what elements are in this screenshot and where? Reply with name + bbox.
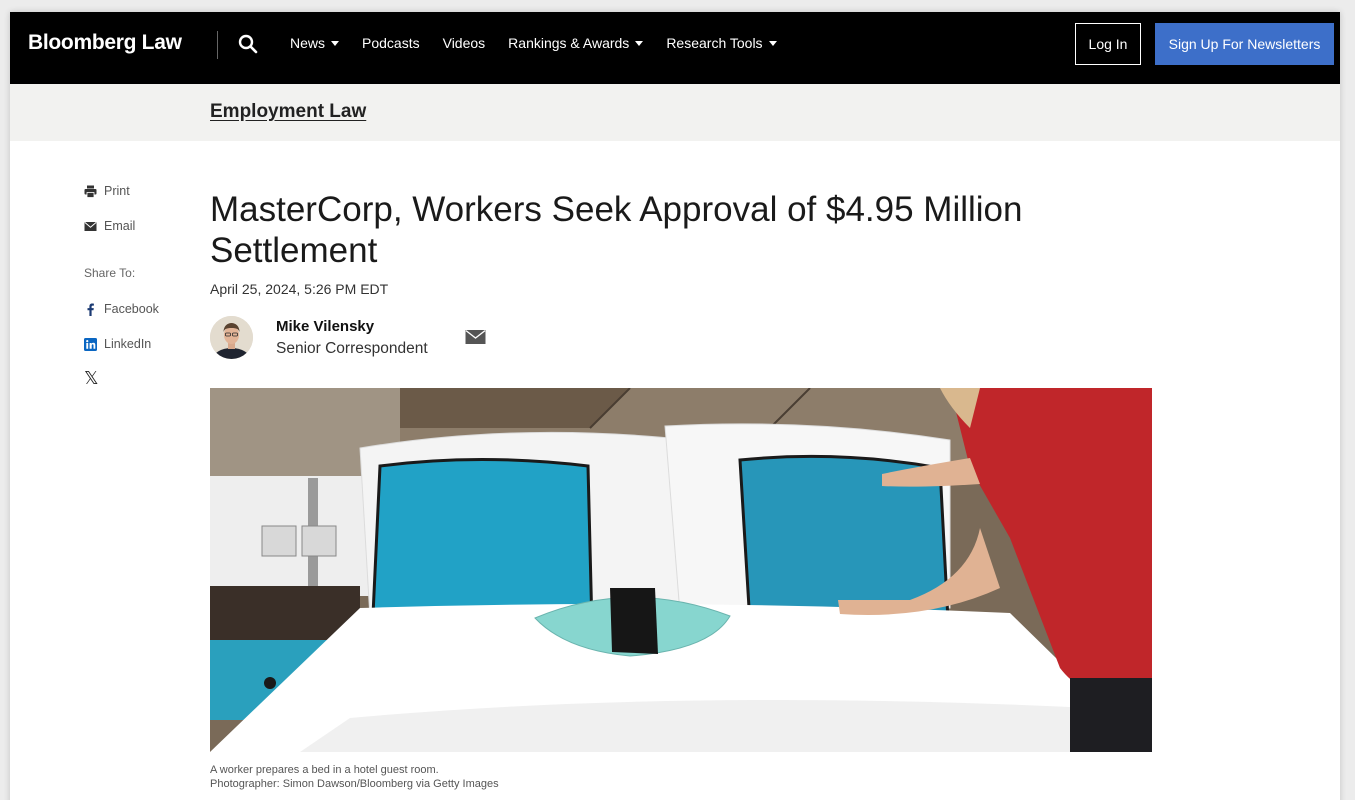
nav-podcasts-label: Podcasts xyxy=(362,35,420,51)
caption-credit: Photographer: Simon Dawson/Bloomberg via… xyxy=(210,778,499,790)
author-avatar[interactable] xyxy=(210,316,253,359)
article-date: April 25, 2024, 5:26 PM EDT xyxy=(210,281,389,297)
chevron-down-icon xyxy=(331,40,340,46)
newsletter-signup-button[interactable]: Sign Up For Newsletters xyxy=(1155,23,1334,65)
share-to-label: Share To: xyxy=(84,266,136,280)
nav-rankings-awards-label: Rankings & Awards xyxy=(508,35,630,51)
search-icon[interactable] xyxy=(238,34,258,54)
section-link-employment-law[interactable]: Employment Law xyxy=(210,101,366,123)
nav-videos-label: Videos xyxy=(442,35,486,51)
nav-videos[interactable]: Videos xyxy=(443,35,486,51)
chevron-down-icon xyxy=(768,40,777,46)
nav-research-tools-label: Research Tools xyxy=(666,35,763,51)
article-headline: MasterCorp, Workers Seek Approval of $4.… xyxy=(210,190,1023,270)
author-email-icon[interactable] xyxy=(465,329,486,345)
top-navigation: Bloomberg Law News Podcasts Videos Ranki… xyxy=(10,12,1340,84)
image-caption: A worker prepares a bed in a hotel guest… xyxy=(210,763,499,791)
printer-icon xyxy=(84,185,97,198)
bloomberg-law-logo[interactable]: Bloomberg Law xyxy=(28,31,182,55)
nav-podcasts[interactable]: Podcasts xyxy=(362,35,420,51)
page-frame: Bloomberg Law News Podcasts Videos Ranki… xyxy=(10,12,1340,800)
linkedin-share-button[interactable]: LinkedIn xyxy=(84,337,151,351)
section-bar: Employment Law xyxy=(10,84,1340,141)
caption-description: A worker prepares a bed in a hotel guest… xyxy=(210,764,439,776)
logo-divider xyxy=(217,31,218,59)
email-label: Email xyxy=(104,219,136,233)
linkedin-icon xyxy=(84,337,97,351)
nav-rankings-awards[interactable]: Rankings & Awards xyxy=(508,35,644,51)
facebook-icon xyxy=(87,303,94,316)
author-name[interactable]: Mike Vilensky xyxy=(276,318,374,335)
email-share-button[interactable]: Email xyxy=(84,219,135,233)
nav-links: News Podcasts Videos Rankings & Awards R… xyxy=(290,12,800,74)
chevron-down-icon xyxy=(635,40,644,46)
linkedin-label: LinkedIn xyxy=(104,337,152,351)
x-share-button[interactable]: 𝕏 xyxy=(84,368,99,389)
nav-news[interactable]: News xyxy=(290,35,340,51)
author-photo xyxy=(210,316,253,359)
facebook-label: Facebook xyxy=(104,302,159,316)
facebook-share-button[interactable]: Facebook xyxy=(84,302,159,316)
nav-research-tools[interactable]: Research Tools xyxy=(666,35,777,51)
envelope-icon xyxy=(84,221,97,231)
hotel-bed-photo xyxy=(210,388,1152,752)
print-label: Print xyxy=(104,184,130,198)
hero-image xyxy=(210,388,1152,752)
print-button[interactable]: Print xyxy=(84,184,130,198)
login-button[interactable]: Log In xyxy=(1075,23,1141,65)
nav-news-label: News xyxy=(290,35,326,51)
author-title: Senior Correspondent xyxy=(276,340,428,357)
